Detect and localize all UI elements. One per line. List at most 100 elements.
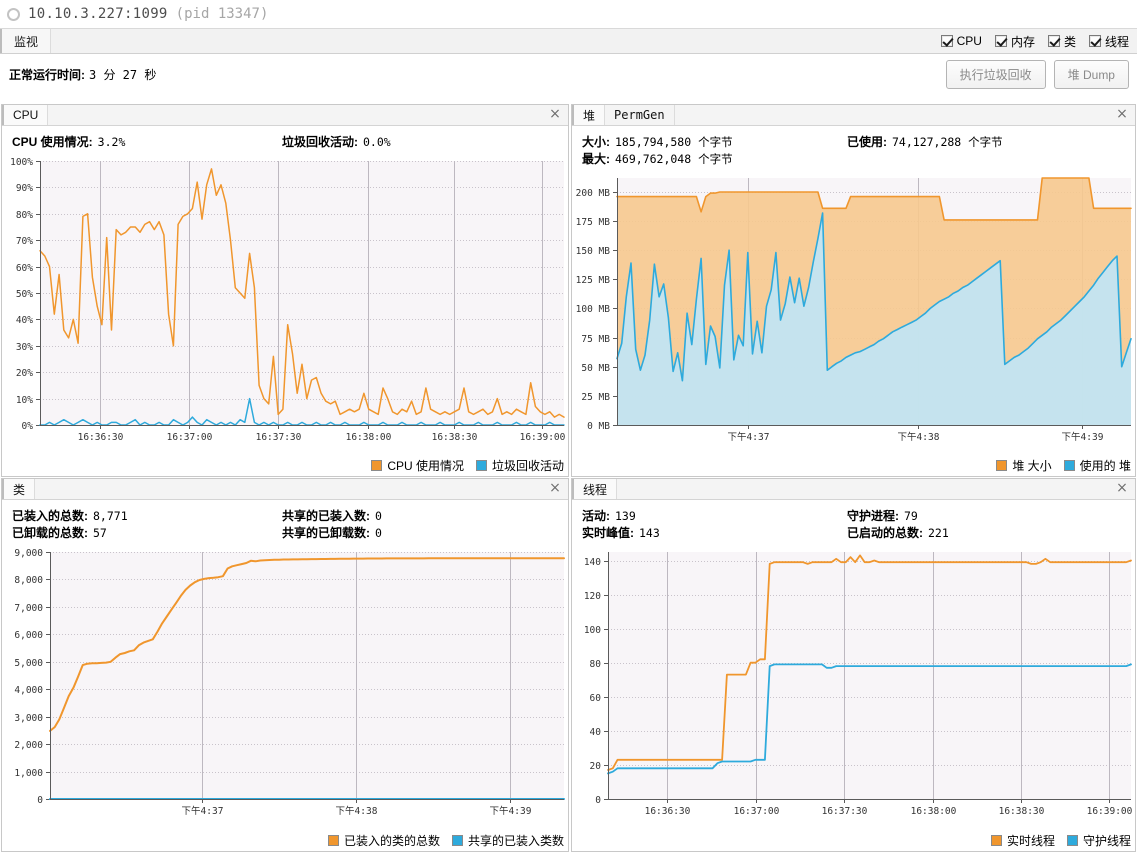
svg-text:16:36:30: 16:36:30 [645, 806, 691, 817]
panel-heap-close-icon[interactable]: × [1115, 107, 1129, 122]
threads-legend: 实时线程 守护线程 [990, 832, 1131, 849]
cpu-legend-item-usage: CPU 使用情况 [371, 457, 464, 474]
checkbox-memory-box[interactable] [994, 35, 1007, 47]
gc-activity-key: 垃圾回收活动: [282, 135, 358, 149]
panel-threads-stats: 活动: 139 守护进程: 79 实时峰值: 143 已启动的总数: 221 [572, 500, 1135, 546]
svg-text:60: 60 [590, 693, 602, 704]
classes-shared-loaded-value: 0 [375, 509, 382, 523]
heap-max-value: 469,762,048 个字节 [615, 152, 733, 166]
svg-text:16:39:00: 16:39:00 [520, 432, 566, 443]
classes-shared-loaded-key: 共享的已装入数: [282, 509, 370, 523]
classes-legend-item-shared: 共享的已装入类数 [451, 832, 564, 849]
threads-daemon-stat: 守护进程: 79 [847, 508, 918, 525]
checkbox-memory[interactable]: 内存 [994, 33, 1035, 50]
heap-used-stat: 已使用: 74,127,288 个字节 [847, 134, 1003, 151]
svg-text:2,000: 2,000 [14, 740, 43, 751]
heap-chart-svg: 0 MB 25 MB 50 MB 75 MB 100 MB 125 MB 150 MB 175… [576, 177, 1132, 443]
chart-toggle-group: CPU 内存 类 线程 [940, 29, 1137, 53]
svg-text:下午4:39: 下午4:39 [490, 805, 532, 817]
cpu-legend-label-usage: CPU 使用情况 [387, 459, 464, 473]
classes-unloaded-total-key: 已卸载的总数: [12, 526, 88, 540]
svg-text:75 MB: 75 MB [581, 334, 610, 345]
checkbox-cpu[interactable]: CPU [940, 34, 982, 48]
classes-unloaded-total-value: 57 [93, 526, 107, 540]
heap-dump-button[interactable]: 堆 Dump [1053, 60, 1129, 89]
heap-stat-row-1: 大小: 185,794,580 个字节 已使用: 74,127,288 个字节 [582, 134, 1135, 151]
panel-cpu: CPU × CPU 使用情况: 3.2% 垃圾回收活动: 0.0% 0% 10% 2… [1, 104, 569, 477]
checkbox-cpu-label: CPU [956, 34, 982, 48]
threads-started-total-value: 221 [928, 526, 949, 540]
checkbox-classes[interactable]: 类 [1047, 33, 1076, 50]
classes-chart-svg: 0 1,000 2,000 3,000 4,000 5,000 6,000 7,000 8,00… [14, 548, 565, 817]
threads-stat-row-2: 实时峰值: 143 已启动的总数: 221 [582, 525, 1135, 542]
heap-used-key: 已使用: [847, 135, 887, 149]
uptime-row: 正常运行时间: 3 分 27 秒 执行垃圾回收 堆 Dump [0, 54, 1137, 94]
panel-threads-header: 线程 × [572, 479, 1135, 500]
svg-text:80%: 80% [16, 210, 33, 221]
panel-threads: 线程 × 活动: 139 守护进程: 79 实时峰值: 143 已启动的总数: … [571, 478, 1136, 852]
svg-text:下午4:37: 下午4:37 [728, 431, 770, 443]
heap-legend-item-used: 使用的 堆 [1063, 457, 1131, 474]
panel-threads-tab[interactable]: 线程 [572, 479, 618, 499]
threads-legend-swatch-live [990, 835, 1002, 846]
svg-text:30%: 30% [16, 342, 33, 353]
heap-legend-swatch-size [996, 460, 1008, 471]
checkbox-classes-label: 类 [1063, 34, 1076, 49]
svg-text:50 MB: 50 MB [581, 363, 610, 374]
heap-max-stat: 最大: 469,762,048 个字节 [582, 151, 733, 168]
svg-text:下午4:39: 下午4:39 [1062, 431, 1104, 443]
tab-filler [51, 29, 941, 53]
checkbox-classes-box[interactable] [1047, 35, 1060, 47]
classes-shared-unloaded-stat: 共享的已卸载数: 0 [282, 525, 382, 542]
threads-legend-label-live: 实时线程 [1006, 834, 1055, 848]
heap-plot-area: 0 MB 25 MB 50 MB 75 MB 100 MB 125 MB 150 MB 175… [572, 172, 1135, 476]
svg-text:125 MB: 125 MB [576, 275, 611, 286]
svg-text:0: 0 [37, 795, 43, 806]
threads-stat-row-1: 活动: 139 守护进程: 79 [582, 508, 1135, 525]
panel-threads-close-icon[interactable]: × [1115, 481, 1129, 496]
svg-text:60%: 60% [16, 263, 33, 274]
svg-text:16:37:00: 16:37:00 [167, 432, 213, 443]
svg-text:0 MB: 0 MB [587, 421, 610, 432]
threads-legend-swatch-daemon [1066, 835, 1078, 846]
checkbox-threads[interactable]: 线程 [1088, 33, 1129, 50]
classes-shared-unloaded-value: 0 [375, 526, 382, 540]
svg-text:9,000: 9,000 [14, 548, 43, 559]
svg-text:70%: 70% [16, 236, 33, 247]
cpu-chart-svg: 0% 10% 20% 30% 40% 50% 60% 70% 80% 90% 100% 16:36:3… [10, 157, 566, 443]
svg-text:0%: 0% [22, 421, 34, 432]
cpu-usage-value: 3.2% [97, 135, 126, 149]
threads-started-total-stat: 已启动的总数: 221 [847, 525, 949, 542]
connection-ring-icon [7, 7, 20, 21]
panel-heap-header: 堆 PermGen × [572, 105, 1135, 126]
svg-text:20: 20 [590, 761, 602, 772]
panel-heap-tab[interactable]: 堆 [572, 105, 606, 125]
panel-cpu-close-icon[interactable]: × [548, 107, 562, 122]
svg-text:50%: 50% [16, 289, 33, 300]
svg-text:4,000: 4,000 [14, 685, 43, 696]
heap-size-key: 大小: [582, 135, 610, 149]
svg-text:40: 40 [590, 727, 602, 738]
panel-classes-close-icon[interactable]: × [548, 481, 562, 496]
threads-peak-stat: 实时峰值: 143 [582, 525, 660, 542]
threads-plot-area: 0 20 40 60 80 100 120 140 16:36:30 16:37:00 16:37:… [572, 546, 1135, 851]
panel-heap-stats: 大小: 185,794,580 个字节 已使用: 74,127,288 个字节 … [572, 126, 1135, 172]
cpu-usage-key: CPU 使用情况: [12, 135, 93, 149]
checkbox-threads-box[interactable] [1088, 35, 1101, 47]
threads-legend-item-live: 实时线程 [990, 832, 1055, 849]
tab-monitor[interactable]: 监视 [0, 29, 52, 53]
classes-loaded-total-key: 已装入的总数: [12, 509, 88, 523]
checkbox-cpu-box[interactable] [940, 35, 953, 47]
cpu-plot-area: 0% 10% 20% 30% 40% 50% 60% 70% 80% 90% 100% 16:36:3… [2, 155, 568, 476]
panel-permgen-tab[interactable]: PermGen [605, 105, 675, 125]
classes-legend: 已装入的类的总数 共享的已装入类数 [327, 832, 564, 849]
svg-text:下午4:37: 下午4:37 [182, 805, 224, 817]
heap-size-stat: 大小: 185,794,580 个字节 [582, 134, 733, 151]
perform-gc-button[interactable]: 执行垃圾回收 [945, 60, 1046, 89]
panel-cpu-tab[interactable]: CPU [2, 105, 49, 125]
panel-heap: 堆 PermGen × 大小: 185,794,580 个字节 已使用: 74,… [571, 104, 1136, 477]
threads-peak-value: 143 [639, 526, 660, 540]
panel-classes-tab[interactable]: 类 [2, 479, 36, 499]
svg-text:25 MB: 25 MB [581, 392, 610, 403]
svg-text:80: 80 [590, 659, 602, 670]
